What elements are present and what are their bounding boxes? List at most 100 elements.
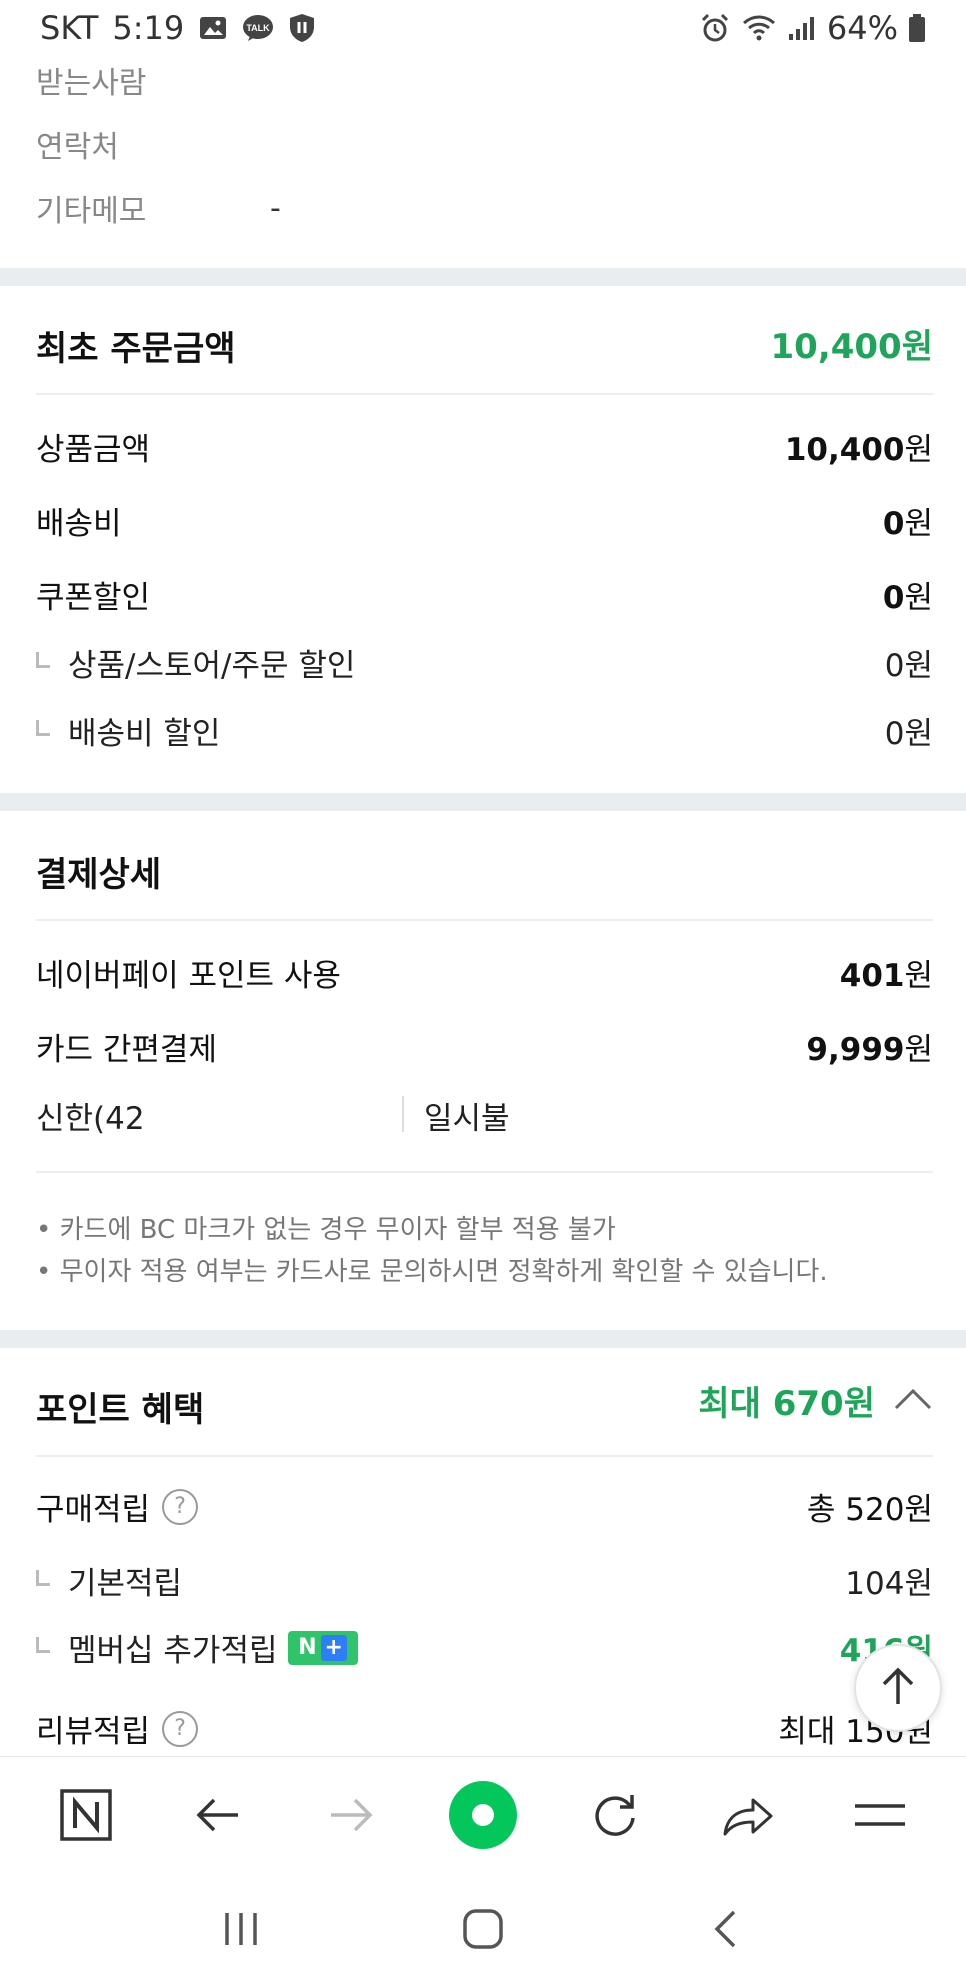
card-separator	[402, 1096, 404, 1132]
forward-button[interactable]	[306, 1772, 396, 1862]
card-installment-plan: 일시불	[424, 1101, 510, 1137]
recipient-section: 받는사람 연락처 기타메모 -	[0, 56, 966, 268]
memo-row: 기타메모 -	[36, 186, 836, 230]
forward-arrow-icon	[327, 1795, 375, 1839]
coupon-discount-unit: 원	[904, 580, 933, 616]
naver-home-button[interactable]	[41, 1772, 131, 1862]
product-store-discount-label: 상품/스토어/주문 할인	[68, 648, 356, 684]
coupon-discount-value: 0원	[883, 572, 933, 617]
coupon-discount-label: 쿠폰할인	[36, 580, 151, 616]
naver-plus-badge: N +	[287, 1630, 358, 1665]
product-amount-value: 10,400원	[785, 424, 933, 469]
green-dot-icon	[448, 1780, 518, 1854]
basic-reward-row: 기본적립 104원	[36, 1558, 933, 1603]
gallery-icon	[198, 14, 228, 42]
back-button[interactable]	[173, 1772, 263, 1862]
svg-text:TALK: TALK	[247, 23, 271, 33]
signal-icon	[787, 14, 817, 42]
naverpay-point-number: 401	[839, 958, 905, 994]
refresh-icon	[590, 1790, 640, 1844]
payment-detail-title: 결제상세	[36, 855, 162, 895]
talk-icon: TALK	[242, 14, 274, 42]
product-amount-label: 상품금액	[36, 432, 151, 468]
payment-note-2: • 무이자 적용 여부는 카드사로 문의하시면 정확하게 확인할 수 있습니다.	[36, 1257, 828, 1287]
product-store-discount-value: 0원	[884, 648, 933, 684]
naverpay-point-value: 401원	[840, 950, 933, 995]
product-store-discount-row: 상품/스토어/주문 할인 0원	[36, 640, 933, 685]
system-nav-bar	[0, 1876, 966, 1986]
battery-icon	[908, 13, 926, 43]
point-benefit-title: 포인트 혜택	[36, 1390, 205, 1430]
card-payment-number: 9,999	[806, 1032, 905, 1068]
point-benefit-toggle[interactable]: 최대 670원	[698, 1376, 933, 1425]
status-bar: SKT 5:19 TALK 64%	[0, 0, 966, 56]
alarm-icon	[699, 12, 731, 44]
menu-button[interactable]	[835, 1772, 925, 1862]
contact-row: 연락처	[36, 122, 119, 166]
receiver-row: 받는사람	[36, 58, 146, 102]
recent-apps-icon	[221, 1911, 261, 1951]
share-icon	[721, 1792, 775, 1842]
system-back-button[interactable]	[680, 1886, 770, 1976]
shipping-discount-row: 배송비 할인 0원	[36, 708, 933, 753]
divider-line	[36, 393, 933, 395]
payment-note-1: • 카드에 BC 마크가 없는 경우 무이자 할부 적용 불가	[36, 1215, 616, 1245]
share-button[interactable]	[703, 1772, 793, 1862]
back-arrow-icon	[194, 1795, 242, 1839]
shipping-fee-label: 배송비	[36, 506, 122, 542]
naverpay-point-label: 네이버페이 포인트 사용	[36, 958, 341, 994]
order-amount-title: 최초 주문금액	[36, 329, 236, 369]
shield-pause-icon	[288, 13, 316, 43]
wifi-icon	[741, 13, 777, 43]
arrow-up-icon	[878, 1664, 918, 1712]
basic-reward-value: 104원	[845, 1566, 933, 1602]
card-name: 신한(42	[36, 1101, 145, 1137]
section-divider	[0, 1330, 966, 1348]
battery-percent: 64%	[826, 9, 898, 47]
purchase-reward-value: 총 520원	[806, 1492, 933, 1528]
chevron-up-icon	[893, 1387, 933, 1415]
coupon-discount-number: 0	[882, 580, 905, 616]
coupon-discount-row: 쿠폰할인 0원	[36, 572, 933, 617]
help-icon[interactable]: ?	[162, 1488, 199, 1525]
recent-apps-button[interactable]	[196, 1886, 286, 1976]
product-amount-number: 10,400	[784, 432, 905, 468]
status-right: 64%	[699, 9, 926, 47]
naverpay-point-row: 네이버페이 포인트 사용 401원	[36, 950, 933, 995]
product-amount-row: 상품금액 10,400원	[36, 424, 933, 469]
divider-line	[36, 1171, 933, 1173]
receiver-label: 받는사람	[36, 66, 147, 101]
point-benefit-max: 최대 670원	[698, 1384, 875, 1424]
product-amount-unit: 원	[904, 432, 933, 468]
memo-value: -	[270, 190, 281, 226]
card-payment-label: 카드 간편결제	[36, 1032, 217, 1068]
home-button[interactable]	[438, 1886, 528, 1976]
membership-reward-label: 멤버십 추가적립	[68, 1633, 278, 1669]
refresh-button[interactable]	[570, 1772, 660, 1862]
green-dot-button[interactable]	[438, 1772, 528, 1862]
scroll-top-button[interactable]	[854, 1644, 942, 1732]
badge-n: N	[298, 1635, 317, 1660]
browser-toolbar	[0, 1756, 966, 1876]
shipping-fee-number: 0	[882, 506, 905, 542]
divider-line	[36, 919, 933, 921]
carrier-name: SKT	[40, 9, 99, 47]
home-icon	[462, 1908, 504, 1954]
card-payment-unit: 원	[904, 1032, 933, 1068]
back-icon	[712, 1909, 738, 1953]
card-payment-row: 카드 간편결제 9,999원	[36, 1024, 933, 1069]
shipping-discount-value: 0원	[884, 716, 933, 752]
review-reward-label: 리뷰적립	[36, 1714, 151, 1750]
contact-label: 연락처	[36, 130, 119, 165]
menu-icon	[853, 1800, 907, 1834]
section-divider	[0, 793, 966, 811]
membership-reward-row: 멤버십 추가적립 N + 416원	[36, 1625, 933, 1670]
badge-plus: +	[320, 1634, 347, 1661]
purchase-reward-label: 구매적립	[36, 1492, 151, 1528]
naverpay-point-unit: 원	[904, 958, 933, 994]
sub-item-mark	[36, 719, 50, 736]
help-icon[interactable]: ?	[162, 1710, 199, 1747]
basic-reward-label: 기본적립	[68, 1566, 183, 1602]
shipping-fee-value: 0원	[883, 498, 933, 543]
memo-label: 기타메모	[36, 194, 147, 229]
